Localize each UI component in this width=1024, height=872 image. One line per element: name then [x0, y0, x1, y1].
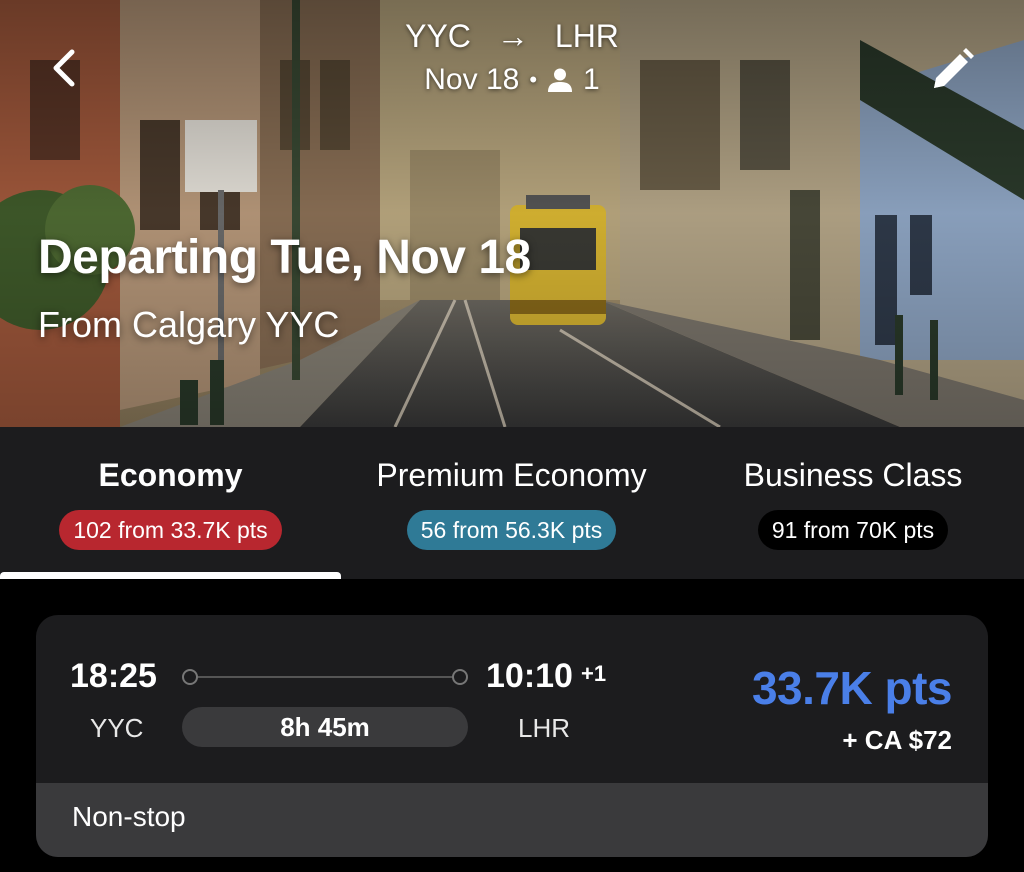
departure-node-icon: [182, 669, 198, 685]
availability-badge: 56 from 56.3K pts: [406, 510, 617, 550]
origin-code: YYC: [405, 18, 471, 54]
tab-premium-economy[interactable]: Premium Economy 56 from 56.3K pts: [341, 427, 682, 579]
route-line: YYC → LHR: [312, 14, 712, 58]
active-tab-indicator: [0, 572, 341, 579]
destination-code: LHR: [554, 18, 619, 54]
points-price: 33.7K pts: [751, 662, 953, 714]
person-icon: [548, 68, 573, 92]
flight-timeline: [182, 669, 468, 685]
edit-search-button[interactable]: [924, 42, 980, 98]
arrival-time-group: 10:10 +1: [486, 657, 606, 696]
flight-card[interactable]: 18:25 YYC 8h 45m 10:10 +1 LHR 33.7K pts +…: [36, 615, 988, 857]
passenger-count: 1: [583, 63, 600, 96]
cabin-tabs: Economy 102 from 33.7K pts Premium Econo…: [0, 427, 1024, 579]
flight-footer: Non-stop: [36, 783, 988, 857]
tab-label: Business Class: [743, 457, 963, 493]
arrival-time: 10:10: [486, 657, 573, 695]
pencil-icon: [934, 48, 974, 88]
tab-business-class[interactable]: Business Class 91 from 70K pts: [682, 427, 1024, 579]
tab-label: Economy: [98, 457, 243, 493]
departure-time: 18:25: [70, 657, 157, 695]
day-offset: +1: [580, 661, 607, 686]
trip-details: Nov 18 • 1: [312, 60, 712, 100]
availability-badge: 102 from 33.7K pts: [59, 510, 282, 550]
timeline-line: [192, 676, 458, 678]
departure-airport: YYC: [90, 713, 144, 743]
arrival-node-icon: [452, 669, 468, 685]
flight-duration: 8h 45m: [182, 707, 468, 747]
back-button[interactable]: [40, 44, 88, 92]
flight-summary: 18:25 YYC 8h 45m 10:10 +1 LHR 33.7K pts +…: [36, 615, 988, 783]
chevron-left-icon: [53, 49, 75, 87]
departure-origin: From Calgary YYC: [38, 304, 340, 345]
departure-heading: Departing Tue, Nov 18: [38, 231, 531, 284]
arrow-icon: →: [496, 18, 529, 54]
stops-label: Non-stop: [72, 801, 186, 832]
tab-economy[interactable]: Economy 102 from 33.7K pts: [0, 427, 341, 579]
availability-badge: 91 from 70K pts: [757, 510, 949, 550]
tab-label: Premium Economy: [376, 457, 647, 493]
travel-date: Nov 18: [424, 63, 520, 96]
arrival-airport: LHR: [518, 713, 571, 743]
separator-dot: •: [529, 67, 538, 92]
tax-amount: + CA $72: [842, 725, 952, 755]
route-summary: YYC → LHR Nov 18 • 1: [312, 14, 712, 100]
hero-banner: YYC → LHR Nov 18 • 1 Departing Tue, Nov …: [0, 0, 1024, 427]
